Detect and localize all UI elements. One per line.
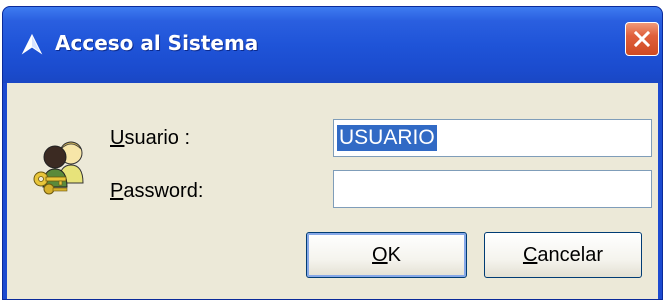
close-icon bbox=[633, 30, 651, 48]
username-field[interactable]: USUARIO bbox=[333, 119, 652, 157]
users-keys-icon bbox=[33, 141, 84, 195]
close-button[interactable] bbox=[625, 22, 659, 56]
ok-button[interactable]: OK bbox=[306, 232, 467, 278]
login-dialog: Acceso al Sistema Usuario : USUARIO Pass… bbox=[2, 6, 663, 300]
title-bar[interactable]: Acceso al Sistema bbox=[3, 7, 662, 83]
password-field[interactable] bbox=[333, 170, 652, 208]
username-value: USUARIO bbox=[337, 125, 437, 151]
dialog-body: Usuario : USUARIO Password: OK Cancelar bbox=[7, 83, 658, 299]
triangle-app-icon bbox=[21, 33, 43, 55]
password-label: Password: bbox=[110, 180, 204, 202]
window-title: Acceso al Sistema bbox=[55, 31, 259, 55]
username-label: Usuario : bbox=[110, 127, 191, 149]
cancel-button[interactable]: Cancelar bbox=[484, 232, 642, 278]
